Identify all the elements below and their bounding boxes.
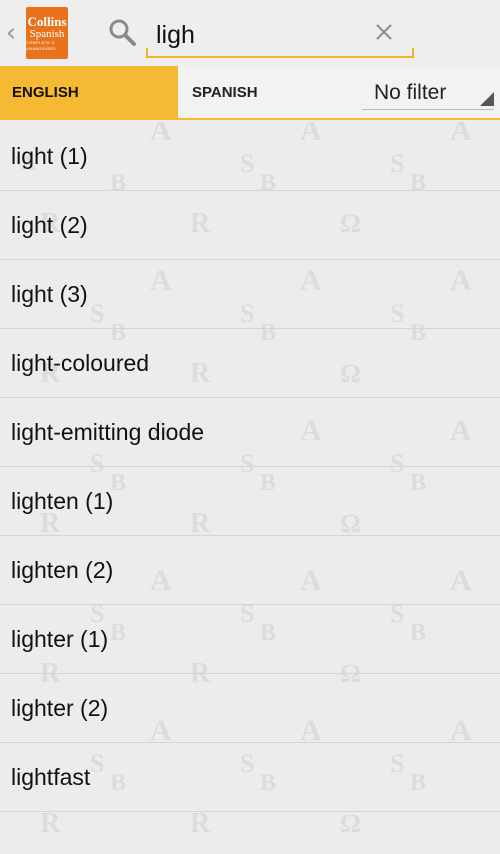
list-item[interactable]: light-coloured <box>0 329 500 398</box>
list-item-label: light (3) <box>11 280 88 307</box>
language-tabs: ENGLISH SPANISH No filter <box>0 66 500 120</box>
list-item[interactable]: lighter (1) <box>0 605 500 674</box>
list-item[interactable]: light (3) <box>0 260 500 329</box>
list-item[interactable]: lightfast <box>0 743 500 812</box>
logo-tagline: COMPLETE & UNABRIDGED <box>26 39 56 51</box>
search-icon[interactable] <box>108 18 136 46</box>
svg-text:Ω: Ω <box>340 809 361 838</box>
list-item[interactable]: lighten (2) <box>0 536 500 605</box>
action-bar: ‹ Collins Spanish COMPLETE & UNABRIDGED <box>0 0 500 66</box>
close-icon[interactable] <box>372 20 396 44</box>
list-item[interactable]: light (2) <box>0 191 500 260</box>
list-item-label: light-emitting diode <box>11 418 205 445</box>
list-item-label: lighten (2) <box>11 556 114 583</box>
svg-text:R: R <box>40 808 61 839</box>
list-item-label: light (2) <box>11 211 88 238</box>
app-logo[interactable]: Collins Spanish COMPLETE & UNABRIDGED <box>26 7 68 59</box>
list-item[interactable]: lighten (1) <box>0 467 500 536</box>
list-item[interactable]: lighter (2) <box>0 674 500 743</box>
filter-selected-value: No filter <box>374 81 447 104</box>
logo-title: Collins <box>27 13 67 29</box>
tab-english[interactable]: ENGLISH <box>0 66 178 118</box>
list-item-label: light (1) <box>11 142 88 169</box>
search-input[interactable] <box>156 18 366 52</box>
list-item-label: lighter (1) <box>11 625 109 652</box>
results-list[interactable]: AAA ÄSS BBB RRΩ AAA SSS BBB RRΩ AAA SSS … <box>0 122 500 854</box>
tab-spanish[interactable]: SPANISH <box>178 66 348 118</box>
filter-underline <box>362 109 494 110</box>
list-item-label: lighten (1) <box>11 487 114 514</box>
dropdown-arrow-icon <box>480 92 494 106</box>
list-item-label: light-coloured <box>11 349 150 376</box>
list-item[interactable]: light (1) <box>0 122 500 191</box>
logo-subtitle: Spanish <box>29 27 65 40</box>
chevron-left-icon[interactable]: ‹ <box>0 0 22 66</box>
list-item-label: lighter (2) <box>11 694 109 721</box>
list-item-label: lightfast <box>11 763 91 790</box>
list-item[interactable]: light-emitting diode <box>0 398 500 467</box>
svg-text:R: R <box>190 808 211 839</box>
filter-select[interactable]: No filter <box>362 68 496 114</box>
